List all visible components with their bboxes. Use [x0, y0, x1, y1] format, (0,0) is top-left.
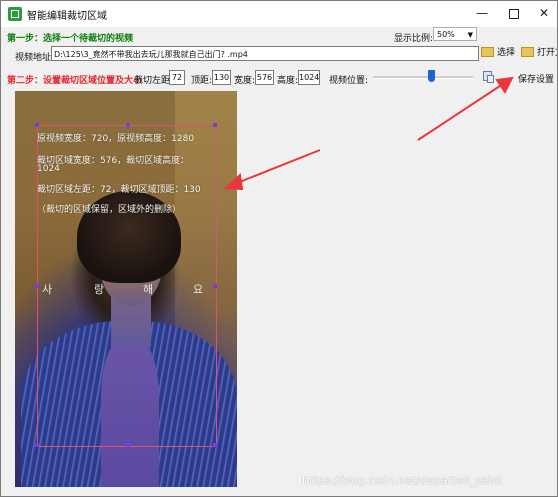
crop-handle-top-right[interactable]	[213, 123, 217, 127]
window-title: 智能编辑裁切区域	[27, 11, 107, 22]
crop-handle-bottom[interactable]	[126, 443, 130, 447]
crop-left-input[interactable]: 72	[169, 70, 185, 85]
display-ratio-label: 显示比例:	[394, 34, 434, 44]
crop-size-text-wrap: 1024	[37, 164, 60, 174]
crop-note-text: （裁切的区域保留，区域外的删除）	[37, 205, 182, 215]
lyric-char: 사	[42, 283, 54, 296]
chevron-down-icon: ▼	[467, 31, 473, 39]
save-settings-button[interactable]: 保存设置	[518, 72, 554, 85]
step2-heading: 第二步：设置裁切区域位置及大小	[7, 76, 143, 86]
select-file-button[interactable]: 选择	[481, 46, 515, 61]
minimize-button[interactable]: —	[465, 1, 499, 25]
video-address-label: 视频地址:	[15, 53, 55, 63]
video-position-label: 视频位置:	[329, 76, 369, 86]
close-button[interactable]: ✕	[527, 1, 557, 25]
lyric-char: 랑	[94, 283, 106, 296]
main-content: 第一步：选择一个待裁切的视频 显示比例: 50% ▼ 视频地址: D:\125\…	[1, 27, 557, 496]
crop-handle-top-left[interactable]	[35, 123, 39, 127]
video-preview[interactable]: 原视频宽度：720，原视频高度：1280 裁切区域宽度：576，裁切区域高度： …	[15, 91, 237, 487]
select-file-label: 选择	[497, 48, 516, 58]
watermark-text: https://blog.csdn.net/departed_saint	[302, 474, 503, 487]
folder-icon	[481, 46, 494, 57]
open-folder-icon	[521, 46, 534, 57]
open-folder-label: 打开文	[537, 48, 557, 58]
crop-offset-text: 裁切区域左距：72，裁切区域顶距：130	[37, 185, 201, 195]
crop-handle-top[interactable]	[126, 123, 130, 127]
copy-icon[interactable]	[483, 71, 494, 83]
crop-handle-right[interactable]	[213, 284, 217, 288]
app-icon	[8, 7, 22, 21]
crop-region[interactable]	[35, 123, 217, 447]
video-position-track[interactable]	[373, 76, 473, 79]
lyric-char: 요	[193, 283, 205, 296]
lyric-char: 해	[143, 283, 155, 296]
crop-height-input[interactable]: 1024	[298, 70, 320, 85]
crop-height-label: 高度:	[277, 76, 299, 86]
open-folder-button[interactable]: 打开文	[521, 46, 557, 61]
crop-handle-left[interactable]	[35, 284, 39, 288]
title-bar: 智能编辑裁切区域 — ✕	[1, 1, 557, 27]
maximize-icon	[509, 9, 519, 19]
video-position-slider[interactable]	[428, 70, 435, 82]
maximize-button[interactable]	[497, 1, 531, 25]
crop-width-label: 宽度:	[234, 76, 256, 86]
crop-handle-bottom-right[interactable]	[213, 443, 217, 447]
display-ratio-select[interactable]: 50% ▼	[433, 27, 477, 41]
step1-heading: 第一步：选择一个待裁切的视频	[7, 34, 134, 44]
crop-left-label: 裁切左距:	[134, 76, 174, 86]
video-address-input[interactable]: D:\125\3_竟然不带我出去玩儿那我就自己出门? .mp4	[51, 46, 479, 61]
app-window: 智能编辑裁切区域 — ✕ 第一步：选择一个待裁切的视频 显示比例: 50% ▼ …	[0, 0, 558, 497]
display-ratio-value: 50%	[437, 30, 455, 39]
crop-top-label: 顶距:	[191, 76, 213, 86]
crop-top-input[interactable]: 130	[212, 70, 231, 85]
crop-handle-bottom-left[interactable]	[35, 443, 39, 447]
original-size-text: 原视频宽度：720，原视频高度：1280	[37, 134, 195, 144]
crop-width-input[interactable]: 576	[255, 70, 274, 85]
